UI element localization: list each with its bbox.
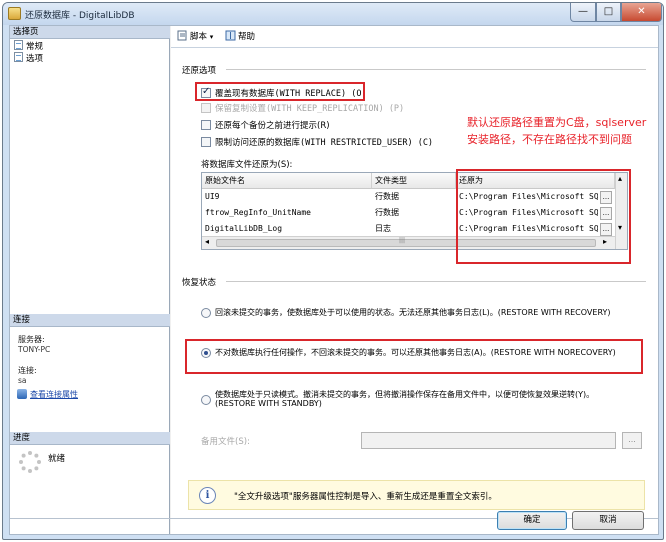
restricted-user-checkbox[interactable] [201, 137, 211, 147]
table-cell-name: UI9 [205, 192, 220, 201]
recovery-state-title: 恢复状态 [182, 278, 217, 288]
title-bar[interactable]: 还原数据库 - DigitalLibDB — □ ✕ [3, 3, 663, 25]
script-label: 脚本 [190, 32, 208, 42]
ok-button[interactable]: 确定 [497, 511, 567, 530]
restore-as-label: 将数据库文件还原为(S): [201, 160, 293, 170]
group-divider [226, 69, 646, 70]
annotation-note: 默认还原路径重置为C盘，sqlserver安装路径，不存在路径找不到问题 [467, 116, 647, 146]
help-label: 帮助 [238, 32, 256, 42]
script-button[interactable]: 脚本 ▾ [177, 30, 213, 44]
database-icon [8, 7, 21, 20]
chevron-down-icon[interactable]: ▾ [210, 33, 214, 41]
restore-with-standby-radio[interactable] [201, 395, 211, 405]
script-icon [177, 30, 187, 41]
info-icon: i [199, 487, 216, 504]
page-icon [14, 52, 23, 62]
restore-options-title: 还原选项 [182, 66, 217, 76]
prompt-before-restore-checkbox[interactable] [201, 120, 211, 130]
table-cell-type: 行数据 [375, 208, 399, 217]
standby-file-label: 备用文件(S): [201, 437, 250, 447]
left-pane: 选择页 常规 选项 连接 服务器: TONY-PC 连接: sa 查看连接属性 … [10, 26, 170, 534]
progress-header: 进度 [10, 432, 170, 445]
page-item-label: 常规 [26, 42, 44, 52]
restricted-user-label: 限制访问还原的数据库(WITH RESTRICTED_USER) (C) [215, 138, 434, 148]
info-bar: i "全文升级选项"服务器属性控制是导入、重新生成还是重置全文索引。 [188, 480, 645, 510]
table-cell-type: 行数据 [375, 192, 399, 201]
close-button[interactable]: ✕ [621, 3, 662, 22]
page-icon [14, 40, 23, 50]
progress-spinner-icon [19, 451, 41, 473]
scroll-grip: ||| [399, 237, 406, 244]
help-button[interactable]: 帮助 [225, 30, 255, 44]
standby-file-input[interactable] [361, 432, 616, 449]
server-label: 服务器: [18, 335, 45, 344]
connection-value: sa [18, 376, 27, 385]
connection-label: 连接: [18, 366, 37, 375]
restore-database-window: 还原数据库 - DigitalLibDB — □ ✕ 选择页 常规 选项 连接 … [2, 2, 664, 540]
keep-replication-label: 保留复制设置(WITH KEEP_REPLICATION) (P) [215, 104, 405, 114]
right-pane: 脚本 ▾ 帮助 还原选项 覆盖现有数据库(WITH REPLACE) (O) 保… [171, 26, 658, 534]
table-cell-type: 日志 [375, 224, 391, 233]
page-item-options[interactable]: 选项 [14, 52, 43, 64]
select-page-header: 选择页 [10, 26, 170, 39]
toolbar: 脚本 ▾ 帮助 [171, 26, 658, 48]
restore-with-recovery-radio[interactable] [201, 308, 211, 318]
highlight-restore-path [456, 169, 631, 264]
properties-icon [17, 389, 27, 399]
group-divider [226, 281, 646, 282]
window-title: 还原数据库 - DigitalLibDB [25, 11, 135, 21]
keep-replication-checkbox[interactable] [201, 103, 211, 113]
progress-status: 就绪 [48, 454, 66, 464]
server-value: TONY-PC [18, 345, 51, 354]
standby-browse-button[interactable]: ... [622, 432, 642, 449]
prompt-before-restore-label: 还原每个备份之前进行提示(R) [215, 121, 330, 131]
info-text: "全文升级选项"服务器属性控制是导入、重新生成还是重置全文索引。 [234, 492, 497, 502]
highlight-norecovery [185, 339, 643, 374]
page-item-label: 选项 [26, 54, 44, 64]
connection-header: 连接 [10, 314, 170, 327]
restore-with-recovery-label: 回滚未提交的事务，使数据库处于可以使用的状态。无法还原其他事务日志(L)。(RE… [215, 308, 611, 317]
table-cell-name: ftrow_RegInfo_UnitName [205, 208, 311, 217]
minimize-button[interactable]: — [570, 3, 596, 22]
restore-with-standby-label-2: (RESTORE WITH STANDBY) [215, 399, 322, 408]
dialog-client: 选择页 常规 选项 连接 服务器: TONY-PC 连接: sa 查看连接属性 … [9, 25, 659, 535]
scroll-left-icon[interactable]: ◂ [205, 237, 209, 246]
highlight-overwrite [195, 82, 365, 101]
maximize-button[interactable]: □ [596, 3, 621, 22]
column-header-file-type[interactable]: 文件类型 [372, 173, 456, 189]
view-connection-properties-link[interactable]: 查看连接属性 [30, 389, 78, 400]
table-cell-name: DigitalLibDB_Log [205, 224, 283, 233]
cancel-button[interactable]: 取消 [572, 511, 644, 530]
column-header-original-name[interactable]: 原始文件名 [202, 173, 372, 189]
help-icon [225, 30, 236, 41]
page-item-general[interactable]: 常规 [14, 40, 43, 52]
